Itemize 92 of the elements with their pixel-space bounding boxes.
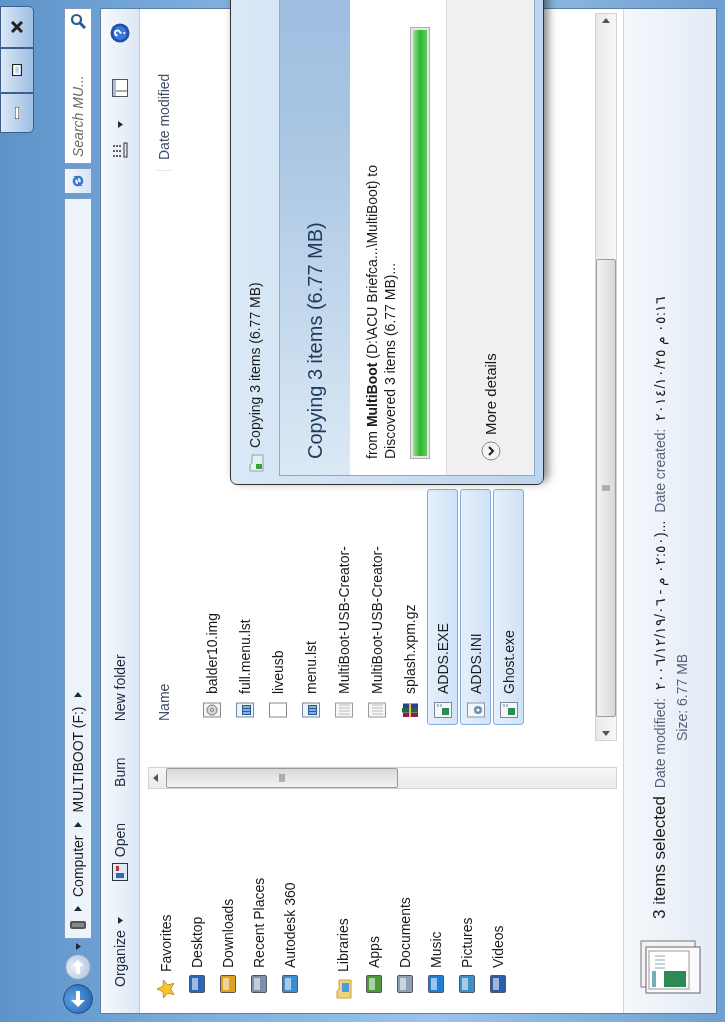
caret-icon xyxy=(117,917,123,925)
gear-file-icon xyxy=(466,702,485,718)
column-header[interactable]: Name xyxy=(156,171,172,761)
preview-pane-icon xyxy=(112,79,128,97)
selection-count: 3 items selected xyxy=(650,796,670,919)
toolbar-button[interactable]: Burn xyxy=(108,747,132,797)
file-row[interactable]: Ghost.exe xyxy=(493,489,524,725)
column-header[interactable]: Date modified xyxy=(156,73,172,171)
text-file-icon xyxy=(301,702,320,718)
file-row[interactable]: full.menu.lst xyxy=(229,489,260,725)
tile-icon xyxy=(427,975,444,993)
disc-file-icon xyxy=(202,702,221,718)
close-button[interactable] xyxy=(0,6,34,48)
copy-status-text: Discovered 3 items (6.77 MB)... xyxy=(382,261,398,459)
nav-item[interactable]: Downloads xyxy=(212,789,243,999)
breadcrumb[interactable]: Computer xyxy=(70,833,86,899)
nav-group[interactable]: Favorites xyxy=(150,789,181,999)
books-icon xyxy=(400,702,419,718)
expand-icon xyxy=(480,441,501,461)
chevron-icon xyxy=(74,692,82,698)
nav-item[interactable]: Music xyxy=(420,789,451,999)
tile-icon xyxy=(219,975,236,993)
program-file-icon xyxy=(499,702,518,718)
field-value: ٢٠١٤/١٠/٢٥ م ٠٥:١٦ xyxy=(652,296,668,421)
maximize-icon xyxy=(12,64,22,77)
text-file-icon xyxy=(235,702,254,718)
maximize-button[interactable] xyxy=(0,48,34,93)
view-grid-icon xyxy=(112,142,128,158)
chevron-icon xyxy=(74,821,82,827)
grip-icon xyxy=(602,485,610,491)
tile-icon xyxy=(458,975,475,993)
help-button[interactable] xyxy=(108,21,132,45)
forward-button[interactable] xyxy=(65,954,91,980)
dialog-title: Copying 3 items (6.77 MB) xyxy=(247,282,263,448)
dropdown-icon xyxy=(75,943,81,950)
file-row[interactable]: splash.xpm.gz xyxy=(394,489,425,725)
file-row[interactable]: ADDS.EXE xyxy=(427,489,458,725)
blank-file-icon xyxy=(268,702,287,718)
file-row[interactable]: ADDS.INI xyxy=(460,489,491,725)
help-icon xyxy=(110,23,130,43)
scrollbar-thumb[interactable] xyxy=(596,259,616,717)
caret-icon xyxy=(117,121,123,128)
nav-item[interactable]: Videos xyxy=(482,789,513,999)
file-row[interactable]: MultiBoot-USB-Creator- xyxy=(361,489,392,725)
file-size: Size: 6.77 MB xyxy=(674,653,690,741)
file-row[interactable]: MultiBoot-USB-Creator- xyxy=(328,489,359,725)
nav-item[interactable]: Recent Places xyxy=(243,789,274,999)
field-label: Date created: xyxy=(652,428,668,513)
tile-icon xyxy=(489,975,506,993)
nav-item[interactable]: Documents xyxy=(389,789,420,999)
more-details-button[interactable]: More details xyxy=(478,351,503,463)
dialog-heading: Copying 3 items (6.77 MB) xyxy=(303,222,327,459)
nav-group[interactable]: Libraries xyxy=(327,789,358,999)
program-file-icon xyxy=(433,702,452,718)
copy-source-text: from MultiBoot (D:\ACU Briefca...\MultiBoot) to xyxy=(364,163,380,459)
refresh-button[interactable] xyxy=(64,168,92,194)
scrollbar-thumb[interactable] xyxy=(166,768,398,788)
toolbar-button[interactable]: Open xyxy=(108,812,132,892)
tile-icon xyxy=(188,975,205,993)
nav-item[interactable]: Autodesk 360 xyxy=(274,789,305,999)
drive-icon xyxy=(69,918,87,932)
address-bar[interactable]: Computer MULTIBOOT (F:) xyxy=(64,198,92,939)
field-value: ٢٠٠٦/١٢/١٩/٠٦ - م ٠٢:٥٠)... xyxy=(652,520,668,690)
documents-icon xyxy=(639,937,701,997)
star-icon xyxy=(155,979,176,999)
toolbar-button[interactable]: New folder xyxy=(108,644,132,732)
tile-icon xyxy=(365,975,382,993)
back-button[interactable] xyxy=(63,984,93,1014)
window-icon xyxy=(112,863,128,882)
minimize-button[interactable] xyxy=(0,93,34,133)
document-icon xyxy=(334,702,353,718)
nav-item[interactable]: Desktop xyxy=(181,789,212,999)
tile-icon xyxy=(281,975,298,993)
copy-folder-icon xyxy=(246,454,264,472)
organize-menu[interactable]: Organize xyxy=(108,907,132,997)
nav-item[interactable]: Apps xyxy=(358,789,389,999)
close-icon xyxy=(11,21,23,33)
search-icon xyxy=(70,13,86,29)
search-field[interactable]: Search MU... xyxy=(64,8,92,164)
tile-icon xyxy=(396,975,413,993)
breadcrumb[interactable]: MULTIBOOT (F:) xyxy=(70,704,86,815)
minimize-icon xyxy=(15,107,19,119)
nav-item[interactable]: Pictures xyxy=(451,789,482,999)
file-row[interactable]: liveusb xyxy=(262,489,293,725)
grip-icon xyxy=(279,774,285,782)
file-row[interactable]: menu.lst xyxy=(295,489,326,725)
refresh-icon xyxy=(71,174,85,188)
tile-icon xyxy=(250,975,267,993)
chevron-icon xyxy=(74,906,82,911)
field-label: Date modified: xyxy=(652,697,668,789)
document-icon xyxy=(367,702,386,718)
file-row[interactable]: balder10.img xyxy=(196,489,227,725)
